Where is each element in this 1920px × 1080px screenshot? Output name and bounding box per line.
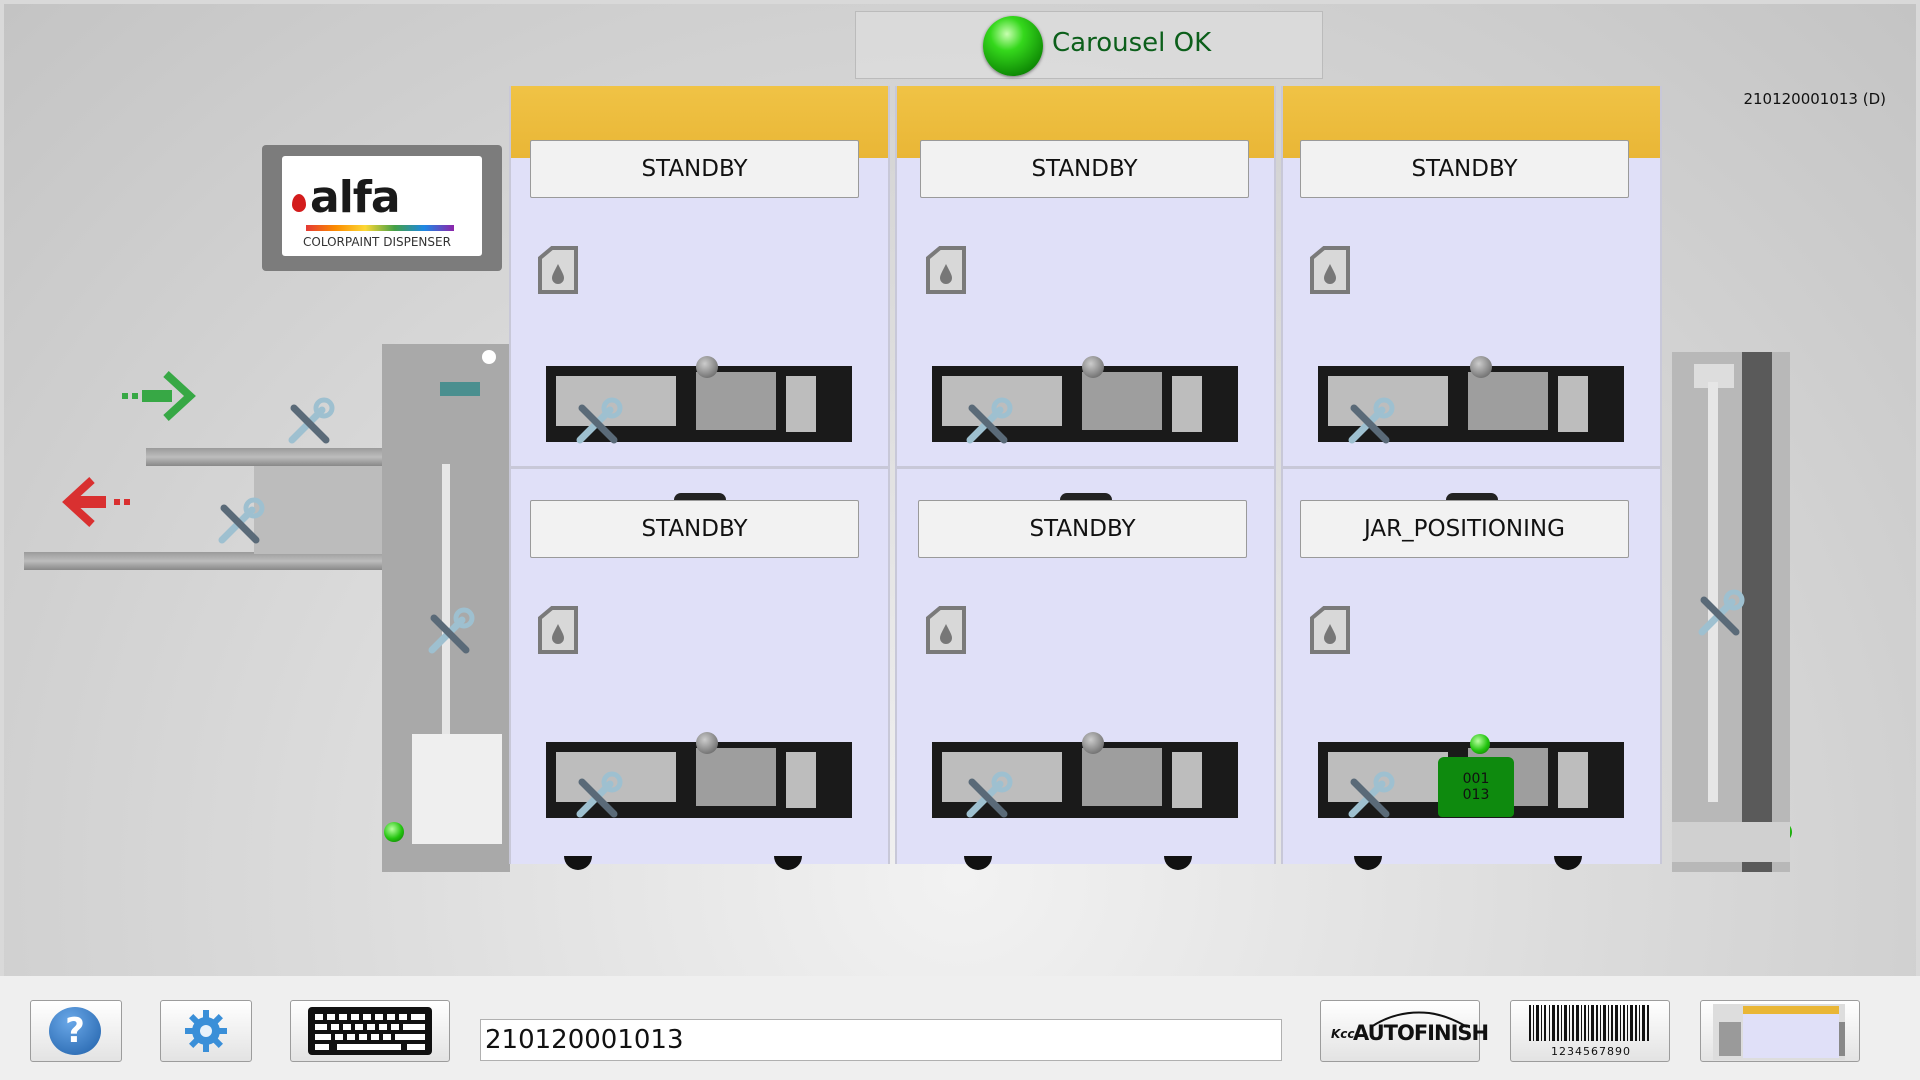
unit-3-state-button[interactable]: STANDBY — [1300, 140, 1629, 198]
help-button[interactable]: ? — [30, 1000, 122, 1062]
carousel-status: Carousel OK — [855, 11, 1323, 79]
nozzle-knob — [1470, 356, 1492, 378]
machine-overview-button[interactable] — [1700, 1000, 1860, 1062]
green-dashed-right-arrow-icon — [122, 371, 196, 421]
unit-1-state-button[interactable]: STANDBY — [530, 140, 859, 198]
barcode-input[interactable] — [480, 1019, 1282, 1061]
status-label: Carousel OK — [1052, 28, 1212, 58]
canister-icon[interactable] — [1304, 604, 1356, 656]
nozzle-knob — [1082, 356, 1104, 378]
maintenance-wrench-icon[interactable] — [1342, 770, 1396, 824]
red-dashed-left-arrow-icon — [62, 477, 130, 527]
help-icon: ? — [49, 1007, 101, 1055]
canister-icon[interactable] — [532, 244, 584, 296]
logo-drop-icon — [292, 194, 306, 212]
logo-rainbow — [306, 225, 454, 231]
unit-5-state-button[interactable]: STANDBY — [918, 500, 1247, 558]
transfer-block — [254, 466, 384, 554]
output-arrow-icon[interactable] — [58, 472, 138, 542]
logo-subtitle: COLORPAINT DISPENSER — [303, 235, 451, 249]
kcc-autofinish-button[interactable]: Kcc AUTOFINISH — [1320, 1000, 1489, 1062]
input-arrow-icon[interactable] — [120, 366, 200, 436]
unit-2-state-button[interactable]: STANDBY — [920, 140, 1249, 198]
jar-indicator: 001 013 — [1438, 757, 1514, 817]
maintenance-wrench-icon[interactable] — [960, 396, 1014, 450]
input-conveyor — [146, 448, 386, 466]
barcode-scan-button[interactable]: 1234567890 — [1510, 1000, 1670, 1062]
left-tower-led — [384, 822, 404, 842]
car-outline-icon — [1370, 1011, 1468, 1028]
maintenance-wrench-icon[interactable] — [212, 496, 266, 550]
settings-button[interactable] — [160, 1000, 252, 1062]
canister-icon[interactable] — [920, 244, 972, 296]
barcode-icon — [1529, 1005, 1649, 1041]
help-glyph: ? — [65, 1011, 85, 1051]
maintenance-wrench-icon[interactable] — [570, 396, 624, 450]
maintenance-wrench-icon[interactable] — [1342, 396, 1396, 450]
machine-thumbnail — [1713, 1004, 1845, 1060]
jar-label-line1: 001 — [1462, 771, 1490, 787]
unit-4-state-button[interactable]: STANDBY — [530, 500, 859, 558]
keyboard-icon — [308, 1007, 432, 1055]
unit-6-active-led — [1470, 734, 1490, 754]
machine-serial: 210120001013 (D) — [1743, 90, 1886, 108]
barcode-digits: 1234567890 — [1551, 1045, 1631, 1058]
canister-icon[interactable] — [532, 604, 584, 656]
status-led — [983, 16, 1043, 76]
nozzle-knob — [696, 356, 718, 378]
unit-6-state-button[interactable]: JAR_POSITIONING — [1300, 500, 1629, 558]
keyboard-button[interactable] — [290, 1000, 450, 1062]
output-conveyor — [24, 552, 384, 570]
nozzle-knob — [696, 732, 718, 754]
canister-icon[interactable] — [920, 604, 972, 656]
maintenance-wrench-icon[interactable] — [570, 770, 624, 824]
canister-icon[interactable] — [1304, 244, 1356, 296]
maintenance-wrench-icon[interactable] — [282, 396, 336, 450]
brand-prefix: Kcc — [1331, 1027, 1355, 1041]
nozzle-knob — [1082, 732, 1104, 754]
gear-icon — [185, 1010, 227, 1052]
maintenance-wrench-icon[interactable] — [422, 606, 476, 660]
logo-brand: alfa — [310, 172, 401, 223]
machine-view: Carousel OK 210120001013 (D) alfa COLORP… — [4, 4, 1916, 976]
jar-label-line2: 013 — [1462, 787, 1490, 803]
maintenance-wrench-icon[interactable] — [1692, 588, 1746, 642]
maintenance-wrench-icon[interactable] — [960, 770, 1014, 824]
